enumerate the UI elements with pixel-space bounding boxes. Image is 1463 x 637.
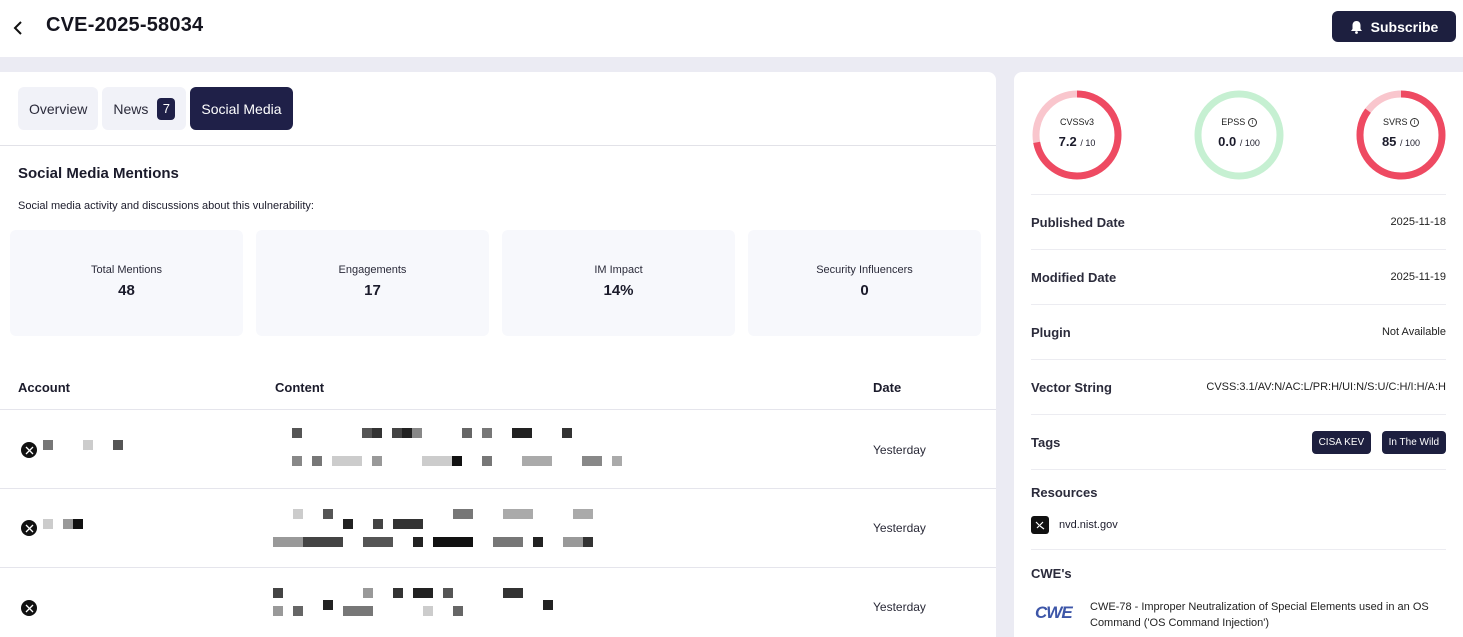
gauge-label: EPSS i	[1193, 117, 1285, 128]
gauge-label: SVRS i	[1355, 117, 1447, 128]
cwe-description[interactable]: CWE-78 - Improper Neutralization of Spec…	[1090, 599, 1450, 631]
redacted-content	[273, 588, 573, 627]
x-logo-icon	[21, 520, 37, 536]
gauge-max: / 10	[1080, 138, 1096, 148]
bell-icon	[1350, 20, 1362, 34]
gauge-score: 7.2	[1058, 134, 1077, 149]
svrs-gauge: SVRS i 85 / 100	[1355, 89, 1447, 181]
info-icon[interactable]: i	[1410, 118, 1420, 128]
gauge-label-text: SVRS	[1382, 117, 1408, 127]
stat-value: 17	[364, 282, 381, 299]
tags-row: Tags CISA KEV In The Wild	[1031, 414, 1446, 469]
column-header-account: Account	[18, 380, 70, 395]
redacted-account	[43, 439, 133, 457]
gauge-max: / 100	[1239, 138, 1260, 148]
back-arrow-icon[interactable]	[10, 16, 26, 40]
vector-string-value: CVSS:3.1/AV:N/AC:L/PR:H/UI:N/S:U/C:H/I:H…	[1206, 381, 1446, 393]
tag-list: CISA KEV In The Wild	[1306, 430, 1446, 454]
x-logo-icon	[21, 442, 37, 458]
divider	[1031, 469, 1446, 470]
vector-string-label: Vector String	[1031, 379, 1112, 395]
gauge-label: CVSSv3	[1059, 117, 1094, 127]
page-title: CVE-2025-58034	[46, 14, 204, 36]
stat-label: IM Impact	[594, 264, 643, 276]
stat-value: 14%	[603, 282, 634, 299]
redacted-content	[292, 428, 632, 477]
stat-value: 0	[860, 282, 869, 299]
stat-card-security-influencers: Security Influencers 0	[748, 230, 981, 336]
gauge-score: 0.0	[1218, 134, 1237, 149]
row-date: Yesterday	[873, 600, 926, 614]
resource-link-text: nvd.nist.gov	[1059, 519, 1118, 531]
nvd-link-icon	[1031, 516, 1049, 534]
published-date-label: Published Date	[1031, 214, 1125, 230]
tag-cisa-kev[interactable]: CISA KEV	[1311, 430, 1372, 454]
column-header-content: Content	[275, 380, 325, 395]
plugin-row: Plugin Not Available	[1031, 304, 1446, 359]
published-date-value: 2025-11-18	[1390, 216, 1446, 228]
epss-gauge: EPSS i 0.0 / 100	[1193, 89, 1285, 181]
redacted-account	[43, 518, 93, 536]
news-count-badge: 7	[157, 97, 176, 120]
x-logo-icon	[21, 600, 37, 616]
stat-value: 48	[118, 282, 135, 299]
resource-link-nvd[interactable]: nvd.nist.gov	[1031, 516, 1118, 534]
plugin-value: Not Available	[1381, 326, 1446, 338]
cvss-gauge: CVSSv3 7.2 / 10	[1031, 89, 1123, 181]
stat-label: Security Influencers	[816, 264, 913, 276]
tab-social-media[interactable]: Social Media	[190, 87, 293, 130]
published-date-row: Published Date 2025-11-18	[1031, 194, 1446, 249]
tab-label: Social Media	[201, 100, 282, 117]
modified-date-row: Modified Date 2025-11-19	[1031, 249, 1446, 304]
tab-overview[interactable]: Overview	[18, 87, 99, 130]
stat-label: Total Mentions	[91, 264, 162, 276]
cwe-title: CWE's	[1031, 566, 1072, 581]
tab-label: News	[113, 100, 149, 117]
tab-news[interactable]: News 7	[102, 87, 187, 130]
gauge-value: 7.2 / 10	[1031, 134, 1123, 149]
subscribe-button[interactable]: Subscribe	[1332, 11, 1456, 42]
gauge-value: 85 / 100	[1355, 134, 1447, 149]
subscribe-label: Subscribe	[1370, 18, 1439, 35]
section-title: Social Media Mentions	[18, 165, 179, 182]
modified-date-value: 2025-11-19	[1390, 271, 1446, 283]
divider	[1031, 549, 1446, 550]
stat-card-engagements: Engagements 17	[256, 230, 489, 336]
tab-label: Overview	[29, 100, 88, 117]
gauge-max: / 100	[1400, 138, 1421, 148]
stat-card-im-impact: IM Impact 14%	[502, 230, 735, 336]
table-row[interactable]: Yesterday	[0, 567, 996, 637]
social-media-panel: Overview News 7 Social Media Social Media…	[0, 72, 996, 637]
tags-label: Tags	[1031, 434, 1061, 450]
tag-in-the-wild[interactable]: In The Wild	[1381, 430, 1446, 454]
redacted-content	[273, 509, 633, 558]
vector-string-row: Vector String CVSS:3.1/AV:N/AC:L/PR:H/UI…	[1031, 359, 1446, 414]
divider	[0, 145, 996, 146]
stat-label: Engagements	[338, 264, 407, 276]
resources-title: Resources	[1031, 485, 1098, 500]
cwe-logo: CWE	[1035, 603, 1073, 622]
gauge-score: 85	[1381, 134, 1397, 149]
details-panel: CVSSv3 7.2 / 10 EPSS i 0.0 / 100 SVRS i …	[1014, 72, 1463, 637]
modified-date-label: Modified Date	[1031, 269, 1117, 285]
stat-card-total-mentions: Total Mentions 48	[10, 230, 243, 336]
row-date: Yesterday	[873, 443, 926, 457]
gauge-value: 0.0 / 100	[1193, 134, 1285, 149]
table-row[interactable]: Yesterday	[0, 409, 996, 488]
info-icon[interactable]: i	[1247, 118, 1257, 128]
column-header-date: Date	[873, 380, 902, 395]
gauge-label-text: EPSS	[1221, 117, 1246, 127]
table-row[interactable]: Yesterday	[0, 488, 996, 567]
plugin-label: Plugin	[1031, 324, 1071, 340]
section-description: Social media activity and discussions ab…	[18, 200, 314, 212]
top-bar: CVE-2025-58034 Subscribe	[0, 0, 1463, 57]
row-date: Yesterday	[873, 521, 926, 535]
tab-bar: Overview News 7 Social Media	[18, 87, 293, 130]
